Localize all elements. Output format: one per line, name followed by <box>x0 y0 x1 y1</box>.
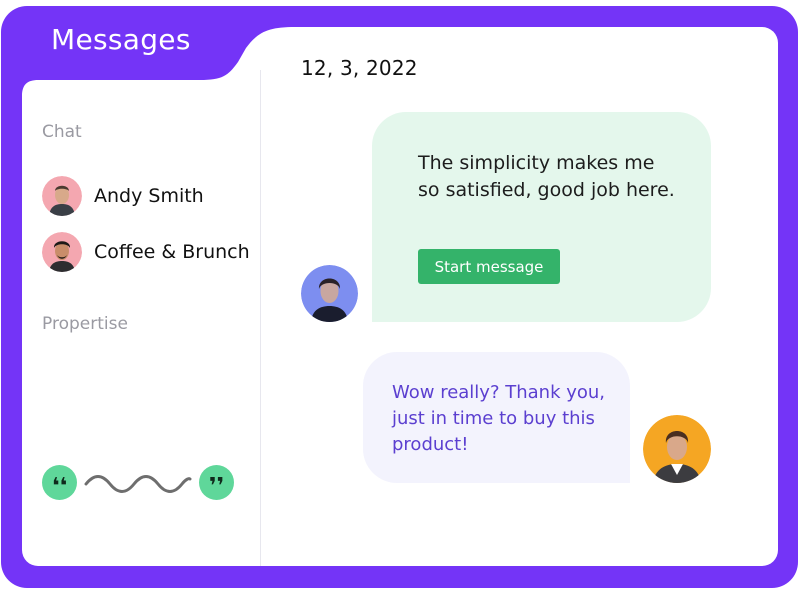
incoming-message-text: The simplicity makes me so satisfied, go… <box>418 152 675 201</box>
incoming-message-bubble <box>372 112 711 322</box>
propertise-section-label: Propertise <box>42 314 128 334</box>
user-avatar <box>643 415 711 483</box>
start-message-button[interactable]: Start message <box>418 249 560 284</box>
chat-name: Andy Smith <box>94 185 204 207</box>
sidebar-divider <box>260 70 261 566</box>
close-quote-icon: ❜❜ <box>199 465 234 500</box>
open-quote-icon: ❛❛ <box>42 465 77 500</box>
chat-item-coffee-brunch[interactable]: Coffee & Brunch <box>42 232 250 272</box>
avatar <box>42 176 82 216</box>
chat-item-andy-smith[interactable]: Andy Smith <box>42 176 204 216</box>
chat-section-label: Chat <box>42 122 82 142</box>
conversation-date: 12, 3, 2022 <box>301 56 418 80</box>
sender-avatar <box>301 265 358 322</box>
page-title: Messages <box>51 23 191 56</box>
outgoing-message-text: Wow really? Thank you, just in time to b… <box>392 382 606 455</box>
wave-divider <box>84 475 192 493</box>
avatar <box>42 232 82 272</box>
chat-name: Coffee & Brunch <box>94 241 250 263</box>
